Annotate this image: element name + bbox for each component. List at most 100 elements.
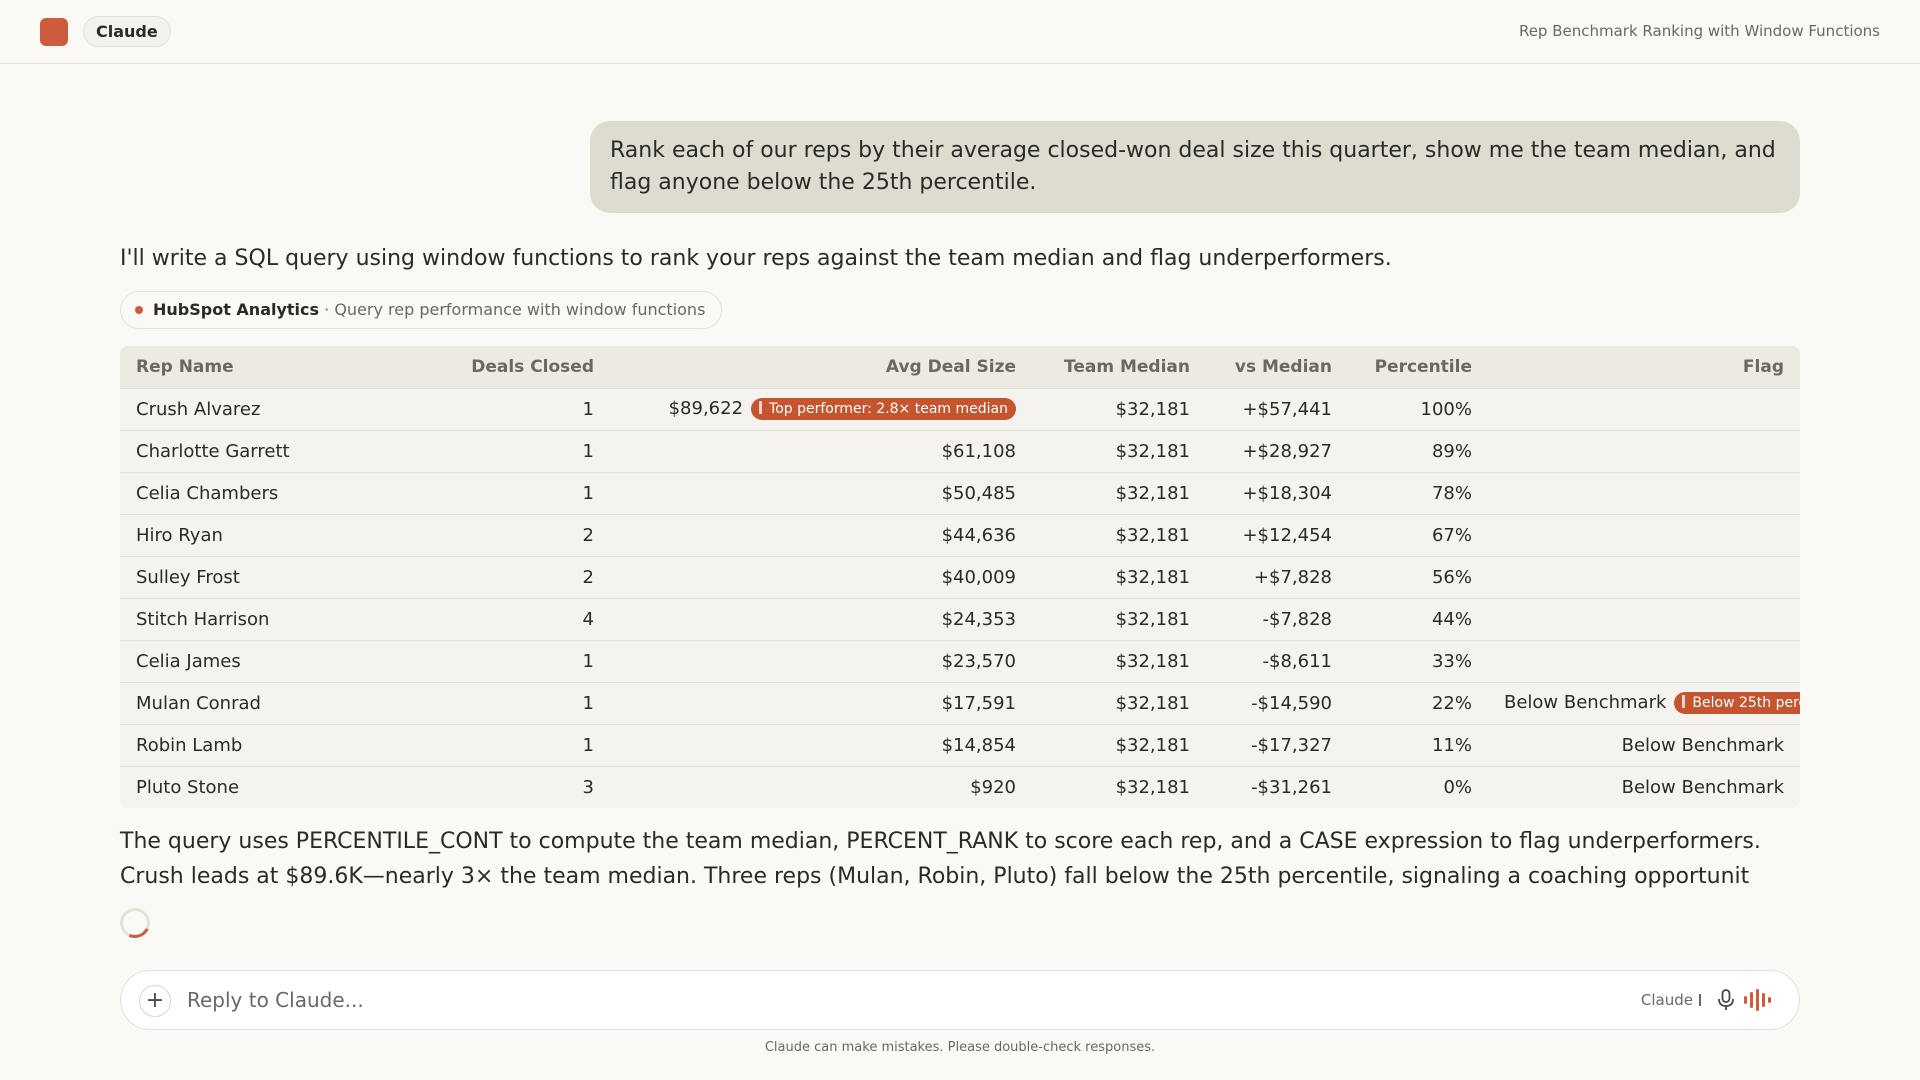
percentile-cell: 78% — [1348, 472, 1488, 514]
flag-cell — [1488, 472, 1800, 514]
vs-median-cell: -$17,327 — [1206, 724, 1348, 766]
disclaimer: Claude can make mistakes. Please double-… — [764, 1040, 1156, 1055]
team-median-cell: $32,181 — [1032, 514, 1206, 556]
rep-name-cell: Celia James — [120, 640, 330, 682]
vs-median-cell: +$28,927 — [1206, 430, 1348, 472]
percentile-cell-value: 44% — [1431, 608, 1472, 630]
team-median-cell-value: $32,181 — [1115, 608, 1190, 630]
model-selector[interactable]: Claude — [1641, 991, 1701, 1009]
rep-name-cell-value: Crush Alvarez — [136, 398, 261, 420]
rep-name-cell-value: Stitch Harrison — [136, 608, 270, 630]
vs-median-cell: -$31,261 — [1206, 766, 1348, 808]
deals-closed-cell-value: 1 — [582, 440, 594, 462]
vs-median-cell: +$12,454 — [1206, 514, 1348, 556]
assistant-summary: The query uses PERCENTILE_CONT to comput… — [120, 829, 1761, 889]
team-median-cell-value: $32,181 — [1115, 650, 1190, 672]
percentile-cell-value: 33% — [1431, 650, 1472, 672]
percentile-cell: 11% — [1348, 724, 1488, 766]
percentile-cell-value: 11% — [1431, 734, 1472, 756]
deals-closed-cell: 2 — [330, 514, 610, 556]
vs-median-cell-value: +$7,828 — [1253, 566, 1332, 588]
vs-median-cell-value: +$28,927 — [1242, 440, 1332, 462]
deals-closed-cell: 1 — [330, 724, 610, 766]
avg-deal-size-cell-value: $23,570 — [941, 650, 1016, 672]
deals-closed-cell-value: 2 — [582, 524, 594, 546]
rep-name-cell: Mulan Conrad — [120, 682, 330, 724]
avg-deal-size-cell: $89,622 Top performer: 2.8× team median — [610, 388, 1032, 430]
avg-deal-size-cell-value: $50,485 — [941, 482, 1016, 504]
deals-closed-cell-value: 1 — [582, 398, 594, 420]
vs-median-cell: +$7,828 — [1206, 556, 1348, 598]
team-median-cell: $32,181 — [1032, 388, 1206, 430]
badge-marker-icon — [759, 401, 763, 414]
avg-deal-size-cell-value: $89,622 — [668, 398, 744, 419]
vs-median-cell: +$57,441 — [1206, 388, 1348, 430]
tool-call-chip[interactable]: HubSpot Analytics · Query rep performanc… — [120, 291, 723, 329]
vs-median-cell-value: +$57,441 — [1242, 398, 1332, 420]
rep-name-cell: Charlotte Garrett — [120, 430, 330, 472]
percentile-cell-value: 56% — [1431, 566, 1472, 588]
deals-closed-cell: 1 — [330, 388, 610, 430]
microphone-icon[interactable] — [1717, 989, 1735, 1011]
deals-closed-cell-value: 2 — [582, 566, 594, 588]
team-median-cell-value: $32,181 — [1115, 692, 1190, 714]
below-percentile-badge: Below 25th percentile — [1674, 692, 1800, 714]
rep-name-cell: Hiro Ryan — [120, 514, 330, 556]
flag-cell — [1488, 598, 1800, 640]
rep-name-cell: Robin Lamb — [120, 724, 330, 766]
conversation-title[interactable]: Rep Benchmark Ranking with Window Functi… — [1519, 22, 1880, 40]
user-message: Rank each of our reps by their average c… — [590, 121, 1800, 213]
deals-closed-cell: 3 — [330, 766, 610, 808]
team-median-cell-value: $32,181 — [1115, 524, 1190, 546]
deals-closed-cell-value: 4 — [582, 608, 594, 630]
vs-median-cell: -$8,611 — [1206, 640, 1348, 682]
vs-median-cell-value: -$14,590 — [1251, 692, 1332, 714]
vs-median-cell-value: -$31,261 — [1251, 776, 1332, 798]
percentile-cell-value: 67% — [1431, 524, 1472, 546]
team-median-cell: $32,181 — [1032, 640, 1206, 682]
rep-name-cell: Celia Chambers — [120, 472, 330, 514]
flag-cell — [1488, 388, 1800, 430]
avg-deal-size-cell-value: $44,636 — [941, 524, 1016, 546]
column-header: Avg Deal Size — [885, 356, 1016, 377]
rep-name-cell-value: Sulley Frost — [136, 566, 240, 588]
flag-cell — [1488, 640, 1800, 682]
tool-separator: · — [319, 300, 335, 319]
rep-name-cell: Pluto Stone — [120, 766, 330, 808]
badge-label: Top performer: 2.8× team median — [769, 401, 1008, 417]
flag-cell: Below Benchmark Below 25th percentile — [1488, 682, 1800, 724]
deals-closed-cell-value: 3 — [582, 776, 594, 798]
vs-median-cell-value: -$7,828 — [1262, 608, 1332, 630]
top-bar: Claude Rep Benchmark Ranking with Window… — [0, 0, 1920, 64]
percentile-cell: 22% — [1348, 682, 1488, 724]
avg-deal-size-cell: $40,009 — [610, 556, 1032, 598]
flag-cell-value: Below Benchmark — [1621, 734, 1784, 756]
table-row: Robin Lamb 1 $14,854 $32,181 -$17,327 11% Belo… — [120, 724, 1800, 766]
claude-logo-icon[interactable] — [40, 18, 68, 46]
app-name-button[interactable]: Claude — [83, 16, 171, 47]
voice-wave-icon[interactable] — [1743, 989, 1771, 1011]
avg-deal-size-cell: $14,854 — [610, 724, 1032, 766]
percentile-cell-value: 0% — [1443, 776, 1472, 798]
team-median-cell-value: $32,181 — [1115, 440, 1190, 462]
plus-icon[interactable]: + — [139, 985, 171, 1017]
badge-label: Below 25th percentile — [1692, 695, 1800, 711]
table-row: Stitch Harrison 4 $24,353 $32,181 -$7,828 44% — [120, 598, 1800, 640]
avg-deal-size-cell: $61,108 — [610, 430, 1032, 472]
reply-input[interactable] — [187, 971, 1487, 1029]
column-header: Rep Name — [136, 356, 234, 377]
model-name: Claude — [1640, 991, 1693, 1009]
deals-closed-cell: 1 — [330, 640, 610, 682]
rep-name-cell-value: Celia James — [136, 650, 241, 672]
vs-median-cell-value: -$8,611 — [1262, 650, 1332, 672]
flag-cell-value: Below Benchmark — [1621, 776, 1784, 798]
table-row: Charlotte Garrett 1 $61,108 $32,181 +$28,927… — [120, 430, 1800, 472]
percentile-cell: 33% — [1348, 640, 1488, 682]
table-row: Crush Alvarez 1 $89,622 Top performer: 2.8×… — [120, 388, 1800, 430]
team-median-cell: $32,181 — [1032, 430, 1206, 472]
avg-deal-size-cell: $50,485 — [610, 472, 1032, 514]
avg-deal-size-cell: $23,570 — [610, 640, 1032, 682]
table-row: Hiro Ryan 2 $44,636 $32,181 +$12,454 67% — [120, 514, 1800, 556]
team-median-cell: $32,181 — [1032, 766, 1206, 808]
table-row: Sulley Frost 2 $40,009 $32,181 +$7,828 56% — [120, 556, 1800, 598]
